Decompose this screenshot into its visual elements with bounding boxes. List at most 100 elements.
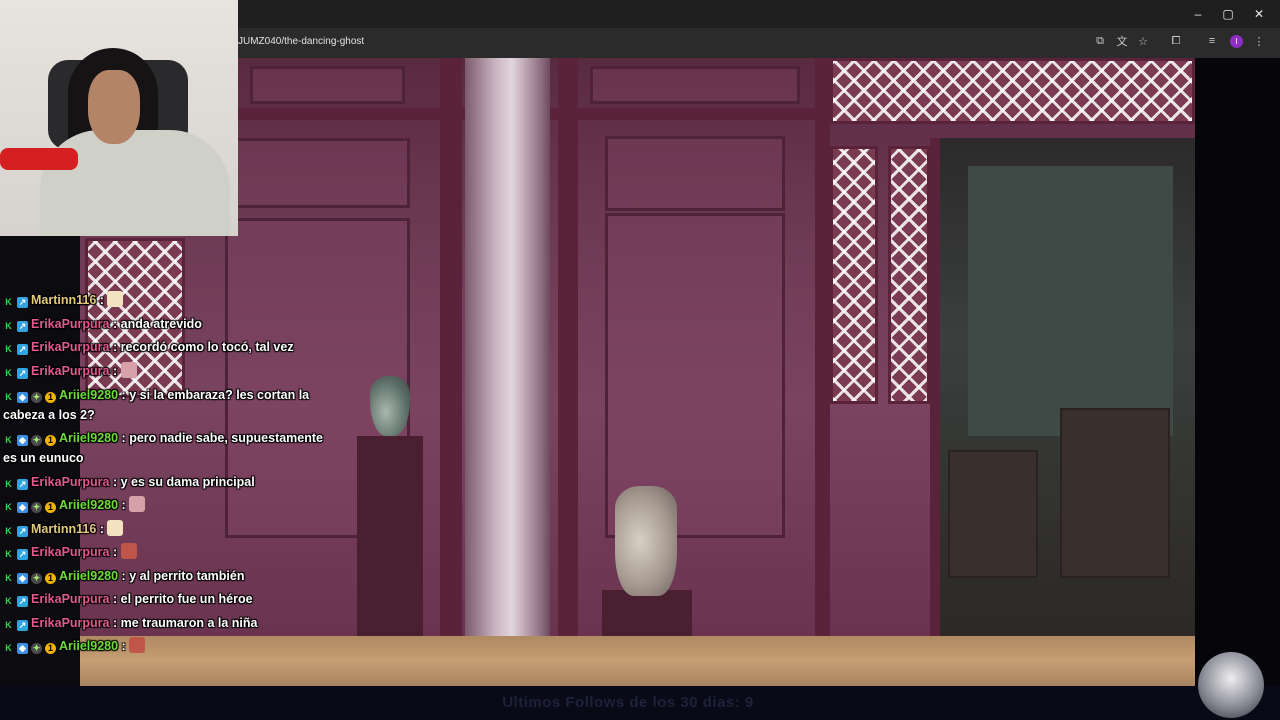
chat-separator: : (118, 639, 130, 653)
chat-separator: : (109, 340, 121, 354)
sub-badge-icon: ◆ (17, 434, 28, 446)
tier-badge-icon: 1 (45, 572, 56, 584)
chat-emote-icon (129, 496, 146, 512)
bookmark-star-icon[interactable]: ☆ (1136, 34, 1150, 48)
kick-badge-icon: K (5, 572, 12, 583)
kick-badge-icon: K (5, 297, 12, 307)
media-icon[interactable]: ≡ (1205, 34, 1219, 48)
kick-badge-icon: K (5, 643, 12, 653)
chat-username[interactable]: Ariiel9280 (59, 388, 118, 402)
right-margin (1195, 58, 1280, 686)
kick-badge-icon: K (5, 434, 12, 445)
wall-panel (250, 66, 405, 104)
chat-emote-icon (120, 361, 137, 378)
chat-text: anda atrevido (120, 316, 202, 331)
verified-badge-icon: ↗ (17, 320, 28, 332)
minimize-button[interactable]: – (1182, 0, 1214, 28)
chat-separator: : (118, 568, 130, 583)
chat-overlay: K ↗ Martinn116 : K ↗ ErikaPurpura : anda atr… (3, 289, 338, 659)
chat-username[interactable]: ErikaPurpura (31, 616, 110, 630)
gift-badge-icon: ✦ (31, 572, 42, 584)
scene-post (440, 58, 462, 636)
chat-text: y al perrito también (129, 568, 245, 583)
tier-badge-icon: 1 (45, 643, 56, 654)
chat-message: K ◆ ✦ 1 Ariiel9280 : y al perrito también (3, 565, 338, 587)
chat-separator: : (109, 474, 121, 489)
close-button[interactable]: ✕ (1243, 0, 1275, 28)
wall-panel (590, 66, 800, 104)
scene-post (558, 58, 578, 636)
vase-stand (357, 436, 423, 636)
scene-crate (1060, 408, 1170, 578)
scene-backwall (968, 166, 1173, 436)
verified-badge-icon: ↗ (17, 525, 28, 537)
chat-username[interactable]: ErikaPurpura (31, 340, 110, 354)
chat-username[interactable]: ErikaPurpura (31, 317, 110, 331)
chat-text: me traumaron a la niña (120, 615, 258, 630)
install-icon[interactable]: ⧉ (1093, 34, 1107, 48)
chat-message: K ↗ ErikaPurpura : y es su dama principal (3, 471, 338, 493)
webcam-feed (0, 0, 238, 236)
verified-badge-icon: ↗ (17, 619, 28, 631)
chat-separator: : (96, 293, 108, 307)
menu-icon[interactable]: ⋮ (1252, 34, 1266, 48)
follows-counter: Ultimos Follows de los 30 dias: 9 (502, 694, 754, 711)
chat-emote-icon (129, 637, 146, 653)
chat-username[interactable]: Martinn116 (31, 293, 96, 307)
chat-message: K ↗ Martinn116 : (3, 518, 338, 540)
chat-text: y es su dama principal (120, 474, 255, 489)
kick-badge-icon: K (5, 367, 12, 378)
chat-username[interactable]: ErikaPurpura (31, 592, 110, 606)
webcam-person-body (40, 130, 230, 236)
kick-badge-icon: K (5, 478, 12, 489)
webcam-microphone (0, 148, 78, 170)
vase (370, 376, 410, 436)
profile-avatar[interactable]: I (1230, 35, 1243, 48)
door-frame (930, 138, 940, 636)
chat-message: K ◆ ✦ 1 Ariiel9280 : y si la embaraza? les c… (3, 385, 338, 425)
chat-username[interactable]: ErikaPurpura (31, 364, 110, 378)
verified-badge-icon: ↗ (17, 344, 28, 355)
chat-separator: : (96, 521, 108, 536)
sub-badge-icon: ◆ (17, 643, 28, 654)
kick-badge-icon: K (5, 596, 12, 606)
chat-separator: : (109, 615, 121, 630)
translate-icon[interactable]: 文 (1115, 34, 1129, 48)
chat-username[interactable]: Ariiel9280 (59, 498, 118, 512)
chat-message: K ↗ ErikaPurpura : (3, 360, 338, 382)
chat-username[interactable]: Ariiel9280 (59, 639, 118, 653)
chat-emote-icon (120, 543, 137, 559)
wall-panel (225, 138, 410, 208)
gift-badge-icon: ✦ (31, 502, 42, 513)
chat-message: K ↗ ErikaPurpura : anda atrevido (3, 313, 338, 335)
gift-badge-icon: ✦ (31, 434, 42, 446)
chat-username[interactable]: Ariiel9280 (59, 431, 118, 445)
chat-message: K ◆ ✦ 1 Ariiel9280 : (3, 635, 338, 657)
verified-badge-icon: ↗ (17, 596, 28, 607)
tier-badge-icon: 1 (45, 502, 56, 513)
chat-separator: : (118, 498, 130, 512)
chat-separator: : (109, 592, 121, 606)
chat-username[interactable]: ErikaPurpura (31, 545, 110, 559)
chat-message: K ◆ ✦ 1 Ariiel9280 : pero nadie sabe, supues… (3, 428, 338, 468)
verified-badge-icon: ↗ (17, 549, 28, 560)
kick-badge-icon: K (5, 344, 12, 354)
kick-badge-icon: K (5, 525, 12, 536)
chat-username[interactable]: ErikaPurpura (31, 475, 110, 489)
chat-emote-icon (107, 291, 124, 307)
kick-badge-icon: K (5, 502, 12, 512)
address-bar[interactable]: JUMZ040/the-dancing-ghost (238, 36, 364, 47)
gift-badge-icon: ✦ (31, 391, 42, 403)
wall-panel (605, 136, 785, 211)
verified-badge-icon: ↗ (17, 297, 28, 308)
kick-badge-icon: K (5, 320, 12, 331)
chat-username[interactable]: Ariiel9280 (59, 569, 118, 583)
extensions-icon[interactable]: ⧠ (1169, 34, 1183, 48)
maximize-button[interactable]: ▢ (1212, 0, 1244, 28)
chat-separator: : (109, 316, 121, 331)
scene-pillar (465, 58, 550, 636)
vase (615, 486, 677, 596)
kick-badge-icon: K (5, 619, 12, 630)
chat-username[interactable]: Martinn116 (31, 522, 96, 536)
sub-badge-icon: ◆ (17, 502, 28, 513)
